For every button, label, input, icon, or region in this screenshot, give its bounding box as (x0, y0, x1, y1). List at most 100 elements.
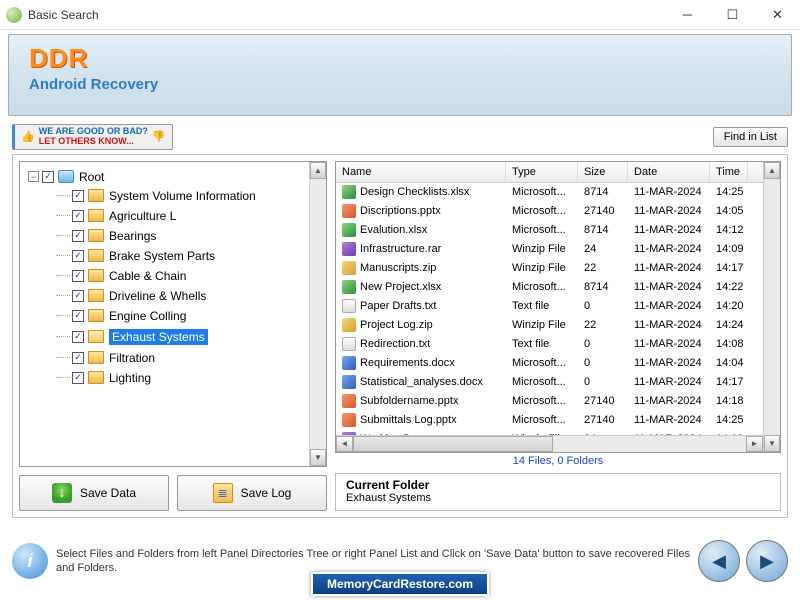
file-icon (342, 185, 356, 199)
scroll-left-icon[interactable]: ◄ (336, 436, 353, 452)
tree-item[interactable]: ✓ Engine Colling (28, 306, 309, 326)
scroll-track[interactable] (310, 179, 326, 449)
file-size: 8714 (578, 224, 628, 236)
tree-item[interactable]: ✓ Exhaust Systems (28, 326, 309, 348)
tree-item[interactable]: ✓System Volume Information (28, 186, 309, 206)
minimize-button[interactable]: ─ (665, 0, 710, 30)
save-log-button[interactable]: Save Log (177, 475, 327, 511)
main-frame: −✓Root✓System Volume Information✓Agricul… (12, 154, 788, 518)
file-icon (342, 413, 356, 427)
file-icon (342, 204, 356, 218)
scroll-up-icon[interactable]: ▲ (310, 162, 326, 179)
file-row[interactable]: New Project.xlsxMicrosoft...871411-MAR-2… (336, 278, 763, 297)
file-name: Design Checklists.xlsx (360, 186, 469, 198)
file-row[interactable]: Manuscripts.zipWinzip File2211-MAR-20241… (336, 259, 763, 278)
file-size: 8714 (578, 186, 628, 198)
tree-item-label: Exhaust Systems (109, 329, 208, 345)
maximize-button[interactable]: ☐ (710, 0, 755, 30)
scroll-down-icon[interactable]: ▼ (310, 449, 326, 466)
file-name: Redirection.txt (360, 338, 430, 350)
checkbox[interactable]: ✓ (72, 270, 84, 282)
file-date: 11-MAR-2024 (628, 281, 710, 293)
arrow-left-icon: ◀ (712, 551, 726, 572)
file-icon (342, 356, 356, 370)
file-size: 27140 (578, 414, 628, 426)
hscroll-track[interactable] (353, 436, 746, 452)
file-vertical-scrollbar[interactable]: ▲ ▼ (763, 162, 780, 452)
checkbox[interactable]: ✓ (72, 230, 84, 242)
scroll-up-icon[interactable]: ▲ (764, 162, 780, 179)
feedback-badge[interactable]: 👍 WE ARE GOOD OR BAD? LET OTHERS KNOW...… (12, 124, 173, 150)
file-row[interactable]: Evalution.xlsxMicrosoft...871411-MAR-202… (336, 221, 763, 240)
tree-item-label: Cable & Chain (109, 269, 186, 283)
file-horizontal-scrollbar[interactable]: ◄ ► (336, 435, 763, 452)
tree-item[interactable]: ✓ Driveline & Whells (28, 286, 309, 306)
file-row[interactable]: Submittals Log.pptx Microsoft...2714011-M… (336, 411, 763, 430)
column-header-name[interactable]: Name (336, 162, 506, 182)
hscroll-thumb[interactable] (353, 436, 553, 452)
current-folder-value: Exhaust Systems (346, 492, 770, 504)
back-button[interactable]: ◀ (698, 540, 740, 582)
checkbox[interactable]: ✓ (72, 331, 84, 343)
tree-item[interactable]: ✓Lighting (28, 368, 309, 388)
checkbox[interactable]: ✓ (42, 171, 54, 183)
checkbox[interactable]: ✓ (72, 352, 84, 364)
left-panel: −✓Root✓System Volume Information✓Agricul… (19, 161, 327, 511)
scroll-down-icon[interactable]: ▼ (764, 435, 780, 452)
file-date: 11-MAR-2024 (628, 376, 710, 388)
file-list-header: Name Type Size Date Time (336, 162, 763, 183)
file-type: Microsoft... (506, 281, 578, 293)
checkbox[interactable]: ✓ (72, 250, 84, 262)
file-date: 11-MAR-2024 (628, 224, 710, 236)
folder-icon (88, 371, 104, 384)
action-buttons: Save Data Save Log (19, 475, 327, 511)
file-row[interactable]: Subfoldername.pptxMicrosoft...2714011-MA… (336, 392, 763, 411)
column-header-time[interactable]: Time (710, 162, 748, 182)
forward-button[interactable]: ▶ (746, 540, 788, 582)
file-size: 24 (578, 243, 628, 255)
file-row[interactable]: Design Checklists.xlsxMicrosoft...871411… (336, 183, 763, 202)
checkbox[interactable]: ✓ (72, 290, 84, 302)
save-data-label: Save Data (80, 486, 136, 500)
file-date: 11-MAR-2024 (628, 414, 710, 426)
tree-root[interactable]: −✓Root (28, 168, 309, 186)
checkbox[interactable]: ✓ (72, 210, 84, 222)
tree-item[interactable]: ✓Bearings (28, 226, 309, 246)
column-header-type[interactable]: Type (506, 162, 578, 182)
file-row[interactable]: Infrastructure.rarWinzip File2411-MAR-20… (336, 240, 763, 259)
find-in-list-button[interactable]: Find in List (713, 127, 788, 147)
file-size: 0 (578, 338, 628, 350)
tree-item[interactable]: ✓ Agriculture L (28, 206, 309, 226)
tree-item-label: Driveline & Whells (109, 289, 206, 303)
file-type: Microsoft... (506, 414, 578, 426)
save-log-label: Save Log (241, 486, 292, 500)
tree-item-label: Engine Colling (109, 309, 186, 323)
file-row[interactable]: Paper Drafts.txtText file011-MAR-202414:… (336, 297, 763, 316)
checkbox[interactable]: ✓ (72, 310, 84, 322)
file-name: Submittals Log.pptx (360, 414, 457, 426)
close-button[interactable]: ✕ (755, 0, 800, 30)
file-date: 11-MAR-2024 (628, 186, 710, 198)
tree-item[interactable]: ✓Filtration (28, 348, 309, 368)
file-icon (342, 318, 356, 332)
save-data-button[interactable]: Save Data (19, 475, 169, 511)
collapse-icon[interactable]: − (28, 171, 39, 182)
disk-icon (58, 170, 74, 183)
column-header-size[interactable]: Size (578, 162, 628, 182)
checkbox[interactable]: ✓ (72, 190, 84, 202)
file-type: Microsoft... (506, 395, 578, 407)
file-row[interactable]: Redirection.txtText file011-MAR-202414:0… (336, 335, 763, 354)
vscroll-track[interactable] (764, 179, 780, 435)
file-row[interactable]: Project Log.zipWinzip File2211-MAR-20241… (336, 316, 763, 335)
tree-vertical-scrollbar[interactable]: ▲ ▼ (309, 162, 326, 466)
file-row[interactable]: Statistical_analyses.docxMicrosoft...011… (336, 373, 763, 392)
column-header-date[interactable]: Date (628, 162, 710, 182)
scroll-right-icon[interactable]: ► (746, 436, 763, 452)
checkbox[interactable]: ✓ (72, 372, 84, 384)
file-row[interactable]: Discriptions.pptxMicrosoft...2714011-MAR… (336, 202, 763, 221)
tree-item-label: Agriculture L (109, 209, 176, 223)
tree-item[interactable]: ✓ Cable & Chain (28, 266, 309, 286)
file-icon (342, 261, 356, 275)
tree-item[interactable]: ✓Brake System Parts (28, 246, 309, 266)
file-row[interactable]: Requirements.docxMicrosoft...011-MAR-202… (336, 354, 763, 373)
